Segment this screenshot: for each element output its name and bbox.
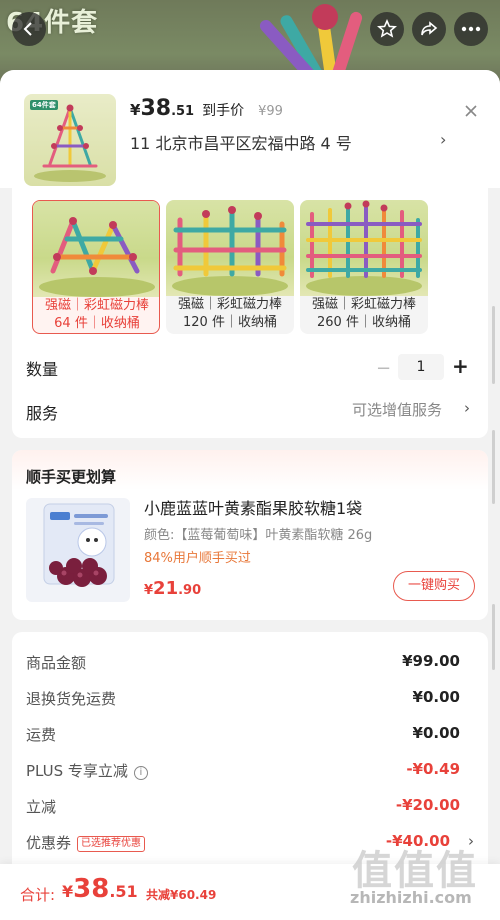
price-integer: 38 xyxy=(140,96,172,121)
price-decimal: .51 xyxy=(171,104,195,119)
scrollbar[interactable] xyxy=(492,306,495,384)
chevron-left-icon xyxy=(23,22,32,36)
addon-section-title: 顺手买更划算 xyxy=(26,468,117,486)
addon-hint: 84%用户顺手买过 xyxy=(144,551,251,566)
addon-card: 顺手买更划算 小鹿蓝蓝叶黄素酯果胶软糖1袋 颜色:【蓝莓葡萄味】叶黄素酯软糖 2… xyxy=(12,450,488,620)
total-integer: 38 xyxy=(73,874,110,904)
variant-caption: 强磁｜彩虹磁力棒 120 件｜收纳桶 xyxy=(166,296,294,332)
info-icon[interactable]: i xyxy=(133,766,148,780)
thumb-badge: 64件套 xyxy=(32,101,56,109)
variant-image xyxy=(33,201,159,297)
candy-bag-image xyxy=(43,503,115,587)
variant-caption: 强磁｜彩虹磁力棒 260 件｜收纳桶 xyxy=(300,296,428,332)
close-icon xyxy=(465,105,477,117)
price-note: 到手价 xyxy=(202,103,245,119)
back-button[interactable] xyxy=(12,12,46,46)
variant-line2: 64 件｜收纳桶 xyxy=(54,316,140,331)
fee-label: 立减 xyxy=(26,798,57,816)
coupon-tag: 已选推荐优惠 xyxy=(77,836,146,852)
variant-image xyxy=(166,200,294,296)
fee-row-plus-discount: PLUS 专享立减 i -¥0.49 xyxy=(26,760,474,784)
chevron-right-icon[interactable]: › xyxy=(464,399,470,417)
close-button[interactable] xyxy=(460,100,482,122)
magnet-set-image xyxy=(172,206,288,296)
variant-line2: 120 件｜收纳桶 xyxy=(183,315,277,330)
variant-line2: 260 件｜收纳桶 xyxy=(317,315,411,330)
total-saved: 共减¥60.49 xyxy=(146,888,217,902)
total-decimal: .51 xyxy=(109,882,138,901)
variant-line1: 强磁｜彩虹磁力棒 xyxy=(311,297,416,312)
sheet-header: 64件套 ¥ 38 .51 到手价 ¥99 11 北京市昌平区宏福中路 4 号 … xyxy=(0,70,500,188)
variant-option-64[interactable]: 强磁｜彩虹磁力棒 64 件｜收纳桶 xyxy=(32,200,160,334)
fee-label: 商品金额 xyxy=(26,654,87,672)
fee-label: 运费 xyxy=(26,726,57,744)
sku-sheet: 64件套 ¥ 38 .51 到手价 ¥99 11 北京市昌平区宏福中路 4 号 … xyxy=(0,70,500,920)
fee-value: ¥0.00 xyxy=(412,688,460,706)
fee-value: ¥99.00 xyxy=(402,652,460,670)
more-button[interactable] xyxy=(454,12,488,46)
fee-label: PLUS 专享立减 i xyxy=(26,760,148,781)
addon-price-integer: 21 xyxy=(153,578,179,599)
quantity-input[interactable]: 1 xyxy=(398,354,444,380)
variant-line1: 强磁｜彩虹磁力棒 xyxy=(44,298,149,313)
addon-product-title[interactable]: 小鹿蓝蓝叶黄素酯果胶软糖1袋 xyxy=(144,495,362,519)
star-icon xyxy=(377,19,397,38)
sku-options-card: 强磁｜彩虹磁力棒 64 件｜收纳桶 强磁｜彩虹磁力棒 120 件｜收纳桶 强磁｜… xyxy=(12,188,488,438)
magnet-set-image xyxy=(306,200,422,296)
fee-value: ¥0.00 xyxy=(412,724,460,742)
variant-caption: 强磁｜彩虹磁力棒 64 件｜收纳桶 xyxy=(33,297,159,333)
fee-value: -¥0.49 xyxy=(406,760,460,778)
price-line: ¥ 38 .51 到手价 ¥99 xyxy=(130,96,283,121)
addon-product-variant: 颜色:【蓝莓葡萄味】叶黄素酯软糖 26g xyxy=(144,528,373,543)
service-label: 服务 xyxy=(26,404,59,423)
total-label: 合计: xyxy=(20,886,56,904)
variant-option-120[interactable]: 强磁｜彩虹磁力棒 120 件｜收纳桶 xyxy=(166,200,294,334)
fee-label-text: 优惠券 xyxy=(26,834,72,852)
fee-row-goods: 商品金额 ¥99.00 xyxy=(26,652,474,676)
watermark-url: zhizhizhi.com xyxy=(350,888,472,907)
fee-row-return-shipping: 退换货免运费 ¥0.00 xyxy=(26,688,474,712)
share-button[interactable] xyxy=(412,12,446,46)
fee-value: -¥20.00 xyxy=(395,796,460,814)
fee-row-shipping: 运费 ¥0.00 xyxy=(26,724,474,748)
fee-label-text: PLUS 专享立减 xyxy=(26,762,128,780)
more-dots-icon xyxy=(461,26,481,32)
quantity-label: 数量 xyxy=(26,360,59,379)
quantity-decrease-button[interactable]: − xyxy=(376,358,391,379)
fee-label: 退换货免运费 xyxy=(26,690,117,708)
addon-price: ¥ 21 .90 xyxy=(144,578,201,599)
original-price: ¥99 xyxy=(258,104,283,119)
favorite-button[interactable] xyxy=(370,12,404,46)
scrollbar[interactable] xyxy=(492,430,495,504)
chevron-right-icon[interactable]: › xyxy=(440,130,446,149)
variant-image xyxy=(300,200,428,296)
delivery-address[interactable]: 11 北京市昌平区宏福中路 4 号 xyxy=(130,130,352,154)
addon-price-currency: ¥ xyxy=(144,583,154,598)
one-click-buy-button[interactable]: 一键购买 xyxy=(393,571,475,601)
quantity-increase-button[interactable]: + xyxy=(452,354,469,378)
service-value[interactable]: 可选增值服务 xyxy=(352,399,442,420)
scrollbar[interactable] xyxy=(492,604,495,670)
total-price: ¥ 38 .51 xyxy=(62,874,138,904)
variant-option-260[interactable]: 强磁｜彩虹磁力棒 260 件｜收纳桶 xyxy=(300,200,428,334)
total-currency: ¥ xyxy=(62,882,74,901)
price-currency: ¥ xyxy=(130,101,141,119)
addon-price-decimal: .90 xyxy=(178,583,202,598)
fee-label: 优惠券 已选推荐优惠 xyxy=(26,832,146,853)
addon-product-image[interactable] xyxy=(26,498,130,602)
share-icon xyxy=(421,21,438,36)
magnet-set-image xyxy=(39,217,155,297)
product-thumbnail: 64件套 xyxy=(24,94,116,186)
fee-row-instant-discount: 立减 -¥20.00 xyxy=(26,796,474,820)
variant-line1: 强磁｜彩虹磁力棒 xyxy=(177,297,282,312)
hero-ball xyxy=(312,4,338,30)
